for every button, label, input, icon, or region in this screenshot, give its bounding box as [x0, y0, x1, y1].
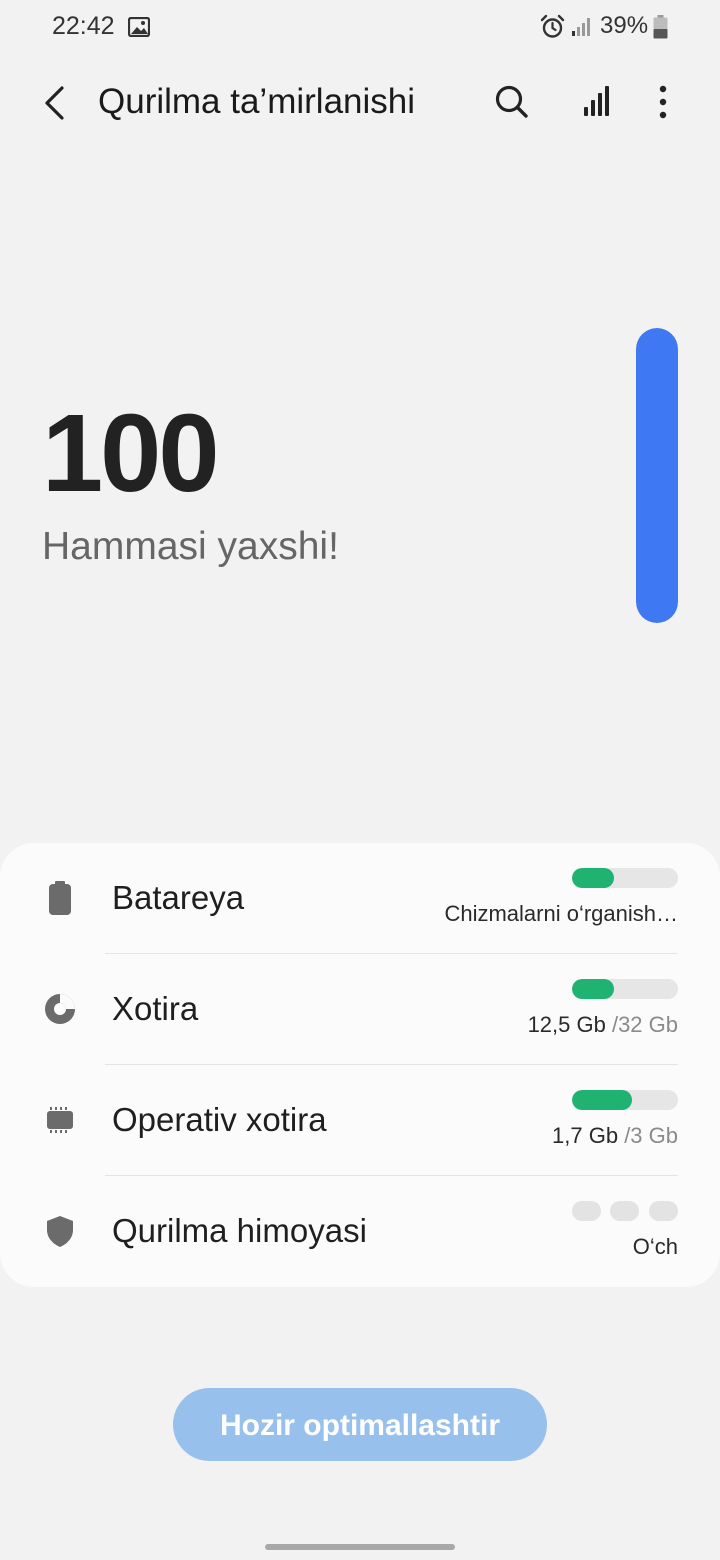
row-label: Qurilma himoyasi	[112, 1212, 367, 1249]
row-label: Operativ xotira	[112, 1101, 327, 1138]
shield-icon	[47, 1216, 73, 1247]
back-icon	[45, 86, 64, 120]
row-label: Batareya	[112, 879, 245, 916]
used-value: 12,5 Gb	[527, 1012, 612, 1037]
status-card: Batareya Chizmalarni o‘rganish… Xotira 1…	[0, 843, 720, 1287]
level-bar-fill	[572, 868, 615, 888]
storage-pie-icon	[45, 994, 75, 1024]
row-value: O‘ch	[633, 1234, 678, 1260]
level-bar	[572, 979, 678, 999]
home-indicator[interactable]	[265, 1544, 455, 1550]
row-label: Xotira	[112, 990, 199, 1027]
score-caption: Hammasi yaxshi!	[42, 525, 339, 568]
page-title: Qurilma ta’mirlanishi	[98, 82, 416, 121]
row-value: 1,7 Gb /3 Gb	[552, 1123, 678, 1149]
inactive-indicator	[572, 1201, 678, 1221]
search-button[interactable]	[488, 78, 536, 126]
stats-icon	[584, 86, 609, 116]
row-battery[interactable]: Batareya Chizmalarni o‘rganish…	[0, 843, 720, 954]
level-bar-fill	[572, 1090, 633, 1110]
battery-percent: 39%	[600, 12, 649, 39]
image-icon	[128, 17, 150, 37]
signal-icon	[572, 18, 590, 36]
app-bar: Qurilma ta’mirlanishi	[0, 60, 720, 146]
indicator-dot	[649, 1201, 678, 1221]
row-memory[interactable]: Operativ xotira 1,7 Gb /3 Gb	[0, 1065, 720, 1176]
value-text: O‘ch	[632, 1234, 678, 1259]
row-value: Chizmalarni o‘rganish…	[444, 901, 678, 927]
level-bar	[572, 868, 678, 888]
search-icon	[495, 85, 528, 118]
battery-icon	[49, 881, 71, 915]
more-icon	[659, 85, 667, 119]
status-bar: 22:42 39%	[0, 0, 720, 56]
status-time: 22:42	[52, 12, 115, 40]
battery-icon	[653, 15, 668, 39]
total-value: /3 Gb	[624, 1123, 678, 1148]
indicator-dot	[610, 1201, 639, 1221]
score-level-bar	[636, 328, 678, 623]
back-button[interactable]	[34, 80, 78, 126]
score-level-fill	[636, 328, 678, 623]
optimize-now-button[interactable]: Hozir optimallashtir	[173, 1388, 547, 1461]
row-storage[interactable]: Xotira 12,5 Gb /32 Gb	[0, 954, 720, 1065]
used-value: 1,7 Gb	[552, 1123, 625, 1148]
alarm-icon	[540, 14, 565, 38]
row-value: 12,5 Gb /32 Gb	[528, 1012, 678, 1038]
device-care-screen: 22:42 39% Qurilma ta’mirlanishi 100 Hamm…	[0, 0, 720, 1560]
total-value: /32 Gb	[611, 1012, 678, 1037]
level-bar	[572, 1090, 678, 1110]
care-score: 100	[42, 392, 220, 515]
row-device-protection[interactable]: Qurilma himoyasi O‘ch	[0, 1176, 720, 1287]
level-bar-fill	[572, 979, 615, 999]
memory-chip-icon	[47, 1107, 73, 1133]
stats-button[interactable]	[572, 78, 620, 126]
indicator-dot	[572, 1201, 601, 1221]
more-options-button[interactable]	[644, 78, 684, 126]
value-text: Chizmalarni o‘rganish…	[444, 901, 678, 926]
